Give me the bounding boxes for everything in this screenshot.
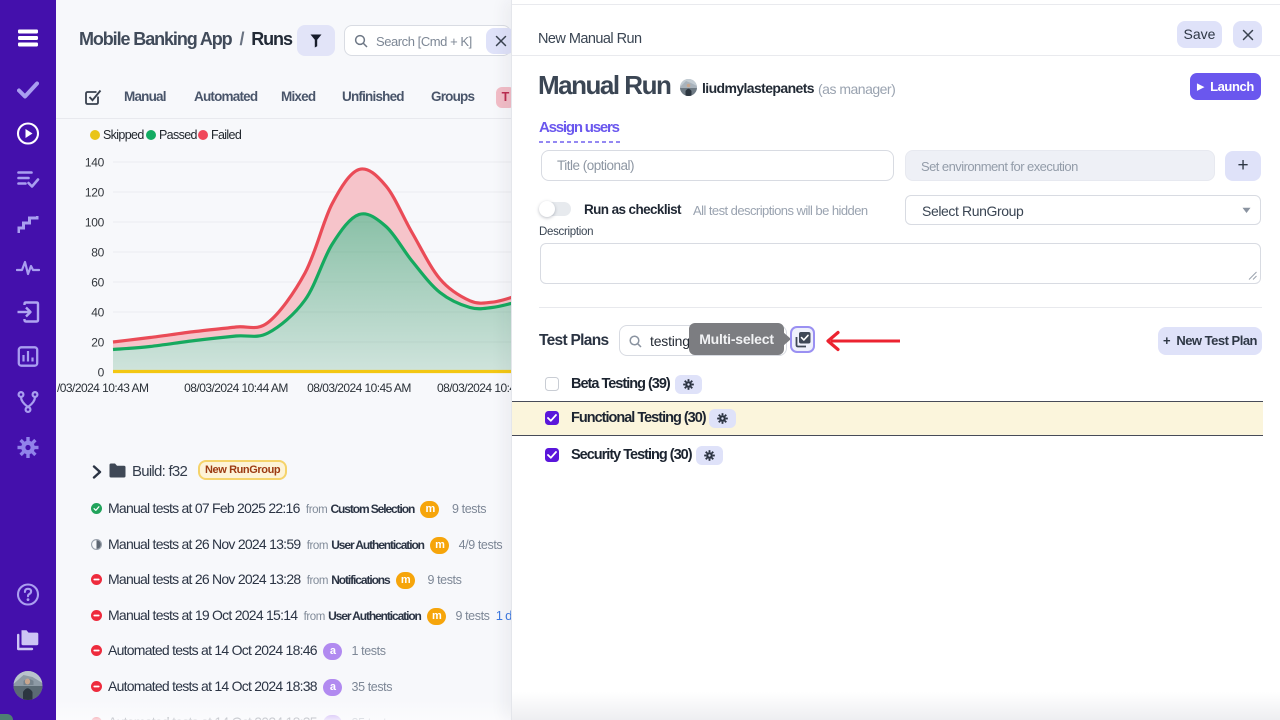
svg-text:140: 140 [85,156,105,170]
svg-text:20: 20 [91,336,104,350]
svg-text:/03/2024 10:43 AM: /03/2024 10:43 AM [57,381,149,395]
svg-text:0: 0 [98,366,105,380]
svg-text:08/03/2024 10:45 AM: 08/03/2024 10:45 AM [307,381,411,395]
svg-text:100: 100 [85,216,105,230]
svg-text:80: 80 [91,246,104,260]
svg-text:60: 60 [91,276,104,290]
svg-text:120: 120 [85,186,105,200]
svg-text:40: 40 [91,306,104,320]
svg-text:08/03/2024 10:44 AM: 08/03/2024 10:44 AM [184,381,288,395]
svg-text:08/03/2024 10:46: 08/03/2024 10:46 [437,381,512,395]
